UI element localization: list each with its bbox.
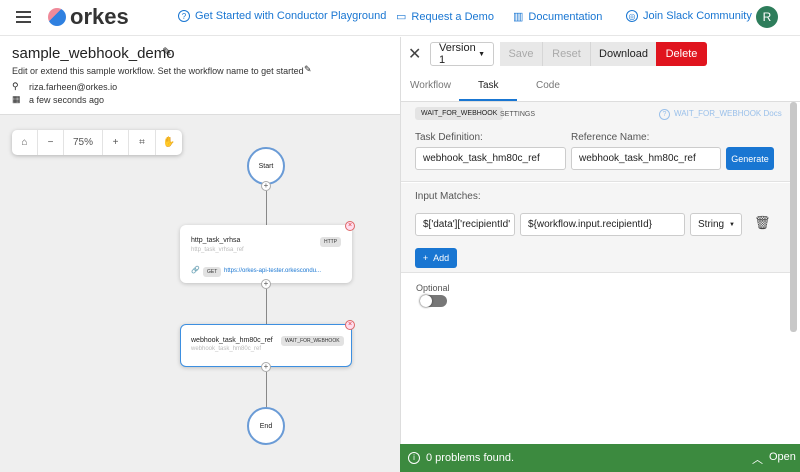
nav-label: Documentation <box>528 11 602 23</box>
menu-icon[interactable] <box>16 11 31 23</box>
nav-label: Get Started with Conductor Playground <box>195 10 386 22</box>
top-header: orkes ? Get Started with Conductor Playgr… <box>0 0 800 36</box>
edge <box>266 372 267 408</box>
caret-down-icon: ▼ <box>729 222 735 228</box>
add-task-button[interactable]: + <box>261 362 271 372</box>
add-task-button[interactable]: + <box>261 181 271 191</box>
link-icon: 🔗 <box>191 266 200 274</box>
reference-name-label: Reference Name: <box>571 132 649 143</box>
edit-description-pencil-icon[interactable]: ✎ <box>304 64 312 75</box>
task-ref: http_task_vrhsa_ref <box>191 247 244 253</box>
close-icon[interactable]: ✕ <box>408 44 421 64</box>
tab-code[interactable]: Code <box>536 80 560 91</box>
delete-button[interactable]: Delete <box>656 42 707 66</box>
owner-email: riza.farheen@orkes.io <box>29 82 117 92</box>
delete-task-icon[interactable]: × <box>345 320 355 330</box>
edge <box>266 289 267 324</box>
caret-down-icon: ▼ <box>478 51 485 58</box>
nav-demo[interactable]: ▭ Request a Demo <box>396 10 494 23</box>
docs-label: WAIT_FOR_WEBHOOK Docs <box>674 109 782 120</box>
trash-icon[interactable]: 🗑 <box>754 215 771 231</box>
info-icon: i <box>408 452 420 464</box>
download-button[interactable]: Download <box>590 42 656 66</box>
delete-task-icon[interactable]: × <box>345 221 355 231</box>
task-node-webhook[interactable]: webhook_task_hm80c_ref webhook_task_hm80… <box>180 324 352 367</box>
workflow-description: Edit or extend this sample workflow. Set… <box>12 66 304 76</box>
problems-footer[interactable]: i 0 problems found. ︿ Open <box>400 444 800 472</box>
fit-screen-icon[interactable]: ⌗ <box>129 130 156 155</box>
match-type-select[interactable]: String ▼ <box>690 213 742 236</box>
input-matches-label: Input Matches: <box>415 191 481 202</box>
version-label: Version 1 <box>439 42 478 66</box>
edit-name-pencil-icon[interactable]: ✎ <box>162 45 172 59</box>
docs-link[interactable]: ? WAIT_FOR_WEBHOOK Docs <box>659 109 782 120</box>
match-type-label: String <box>698 219 724 230</box>
settings-tab[interactable]: SETTINGS <box>500 111 535 118</box>
zoom-out-button[interactable]: − <box>38 130 64 155</box>
add-task-button[interactable]: + <box>261 279 271 289</box>
task-node-http[interactable]: http_task_vrhsa http_task_vrhsa_ref HTTP… <box>180 225 352 283</box>
home-icon[interactable]: ⌂ <box>12 130 38 155</box>
generate-button[interactable]: Generate <box>726 147 774 170</box>
orkes-logo-icon <box>48 8 66 26</box>
user-icon: ⚲ <box>12 81 19 92</box>
open-label: Open <box>769 451 796 467</box>
zoom-level: 75% <box>64 130 103 155</box>
tab-workflow[interactable]: Workflow <box>410 80 451 91</box>
task-name: webhook_task_hm80c_ref <box>191 337 273 344</box>
logo-text[interactable]: orkes <box>70 4 129 30</box>
http-url: https://orkes-api-tester.orkescondu... <box>224 268 321 274</box>
add-match-button[interactable]: + Add <box>415 248 457 268</box>
optional-label: Optional <box>416 283 450 293</box>
version-select[interactable]: Version 1▼ <box>430 42 494 66</box>
plus-icon: + <box>423 253 428 263</box>
calendar-icon: ▦ <box>12 94 21 105</box>
task-ref: webhook_task_hm80c_ref <box>191 346 261 352</box>
active-tab-indicator <box>459 99 517 101</box>
edge <box>266 191 267 225</box>
task-type-tag: WAIT_FOR_WEBHOOK <box>281 336 344 346</box>
avatar[interactable]: R <box>756 6 778 28</box>
task-definition-input[interactable]: webhook_task_hm80c_ref <box>415 147 566 170</box>
match-key-input[interactable]: $['data']['recipientId' <box>415 213 515 236</box>
end-node[interactable]: End <box>247 407 285 445</box>
toggle-knob <box>420 295 432 307</box>
nav-label: Join Slack Community <box>643 10 752 22</box>
http-method-tag: GET <box>203 267 221 277</box>
scrollbar[interactable] <box>790 102 797 332</box>
optional-toggle[interactable] <box>420 295 447 307</box>
book-icon: ▥ <box>513 10 523 23</box>
zoom-in-button[interactable]: + <box>103 130 129 155</box>
tab-task[interactable]: Task <box>478 80 499 91</box>
add-label: Add <box>433 253 449 263</box>
task-type-chip: WAIT_FOR_WEBHOOK <box>415 107 503 120</box>
chevron-up-icon: ︿ <box>752 451 763 467</box>
nav-label: Request a Demo <box>411 11 494 23</box>
open-problems-button[interactable]: ︿ Open <box>752 451 796 467</box>
task-definition-label: Task Definition: <box>415 132 483 143</box>
nav-playground[interactable]: ? Get Started with Conductor Playground <box>178 10 386 22</box>
monitor-icon: ▭ <box>396 10 406 23</box>
task-name: http_task_vrhsa <box>191 237 240 244</box>
workflow-info: sample_webhook_demo ✎ Edit or extend thi… <box>0 37 400 115</box>
globe-icon: ◎ <box>626 10 638 22</box>
reset-button[interactable]: Reset <box>542 42 590 66</box>
workflow-name: sample_webhook_demo <box>12 45 175 62</box>
zoom-toolbar: ⌂ − 75% + ⌗ ✋ <box>12 130 182 155</box>
pan-hand-icon[interactable]: ✋ <box>156 130 182 155</box>
task-type-tag: HTTP <box>320 237 341 247</box>
start-node[interactable]: Start <box>247 147 285 185</box>
nav-docs[interactable]: ▥ Documentation <box>513 10 602 23</box>
match-value-input[interactable]: ${workflow.input.recipientId} <box>520 213 685 236</box>
updated-time: a few seconds ago <box>29 95 104 105</box>
save-button[interactable]: Save <box>500 42 542 66</box>
reference-name-input[interactable]: webhook_task_hm80c_ref <box>571 147 721 170</box>
nav-slack[interactable]: ◎ Join Slack Community <box>626 10 752 22</box>
problems-status: 0 problems found. <box>426 452 514 464</box>
help-circle-icon: ? <box>659 109 670 120</box>
help-circle-icon: ? <box>178 10 190 22</box>
